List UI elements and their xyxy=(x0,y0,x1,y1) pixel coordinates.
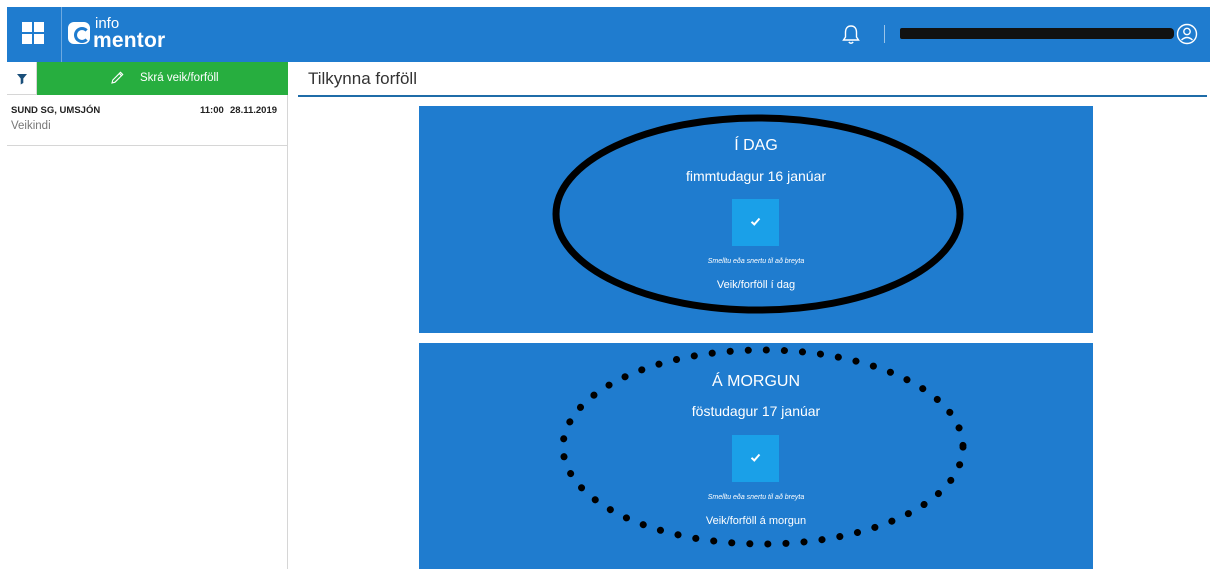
today-hint: Smelltu eða snertu til að breyta xyxy=(707,258,805,265)
logo-text-bottom: mentor xyxy=(93,29,166,52)
sidebar: Skrá veik/forföll SUND SG, UMSJÓN 11:00 … xyxy=(7,62,288,569)
item-subtitle: Veikindi xyxy=(11,120,51,132)
tomorrow-absence-toggle[interactable] xyxy=(732,435,779,482)
tomorrow-date: föstudagur 17 janúar xyxy=(691,403,821,419)
logo-mark-icon xyxy=(68,22,90,44)
tomorrow-hint: Smelltu eða snertu til að breyta xyxy=(707,494,805,501)
notifications-button[interactable] xyxy=(841,24,861,46)
bell-icon xyxy=(842,25,860,44)
filter-button[interactable] xyxy=(7,62,37,95)
apps-grid-button[interactable] xyxy=(7,7,62,62)
item-time: 11:00 xyxy=(200,105,224,116)
top-header: info mentor xyxy=(7,7,1210,62)
report-absence-label: Skrá veik/forföll xyxy=(140,72,219,84)
page-title: Tilkynna forföll xyxy=(308,69,417,88)
pencil-icon xyxy=(111,71,124,84)
redacted-user-name xyxy=(900,28,1174,39)
today-card: Í DAG fimmtudagur 16 janúar Smelltu eða … xyxy=(419,106,1093,333)
filter-icon xyxy=(17,74,27,85)
today-status: Veik/forföll í dag xyxy=(716,279,796,291)
user-circle-icon xyxy=(1176,23,1198,45)
today-date: fimmtudagur 16 janúar xyxy=(685,168,827,184)
infomentor-logo[interactable]: info mentor xyxy=(68,15,178,54)
list-item[interactable]: SUND SG, UMSJÓN 11:00 28.11.2019 Veikind… xyxy=(7,97,288,146)
title-divider xyxy=(298,95,1207,97)
header-divider xyxy=(884,25,885,43)
today-heading: Í DAG xyxy=(734,137,778,154)
checkmark-icon xyxy=(750,217,761,226)
item-title: SUND SG, UMSJÓN xyxy=(11,105,101,116)
today-absence-toggle[interactable] xyxy=(732,199,779,246)
item-date: 28.11.2019 xyxy=(230,105,278,116)
tomorrow-heading: Á MORGUN xyxy=(712,373,800,390)
user-menu-button[interactable] xyxy=(1176,23,1198,45)
report-absence-button[interactable]: Skrá veik/forföll xyxy=(37,62,288,95)
tomorrow-card: Á MORGUN föstudagur 17 janúar Smelltu eð… xyxy=(419,343,1093,569)
tomorrow-status: Veik/forföll á morgun xyxy=(705,515,807,527)
checkmark-icon xyxy=(750,453,761,462)
